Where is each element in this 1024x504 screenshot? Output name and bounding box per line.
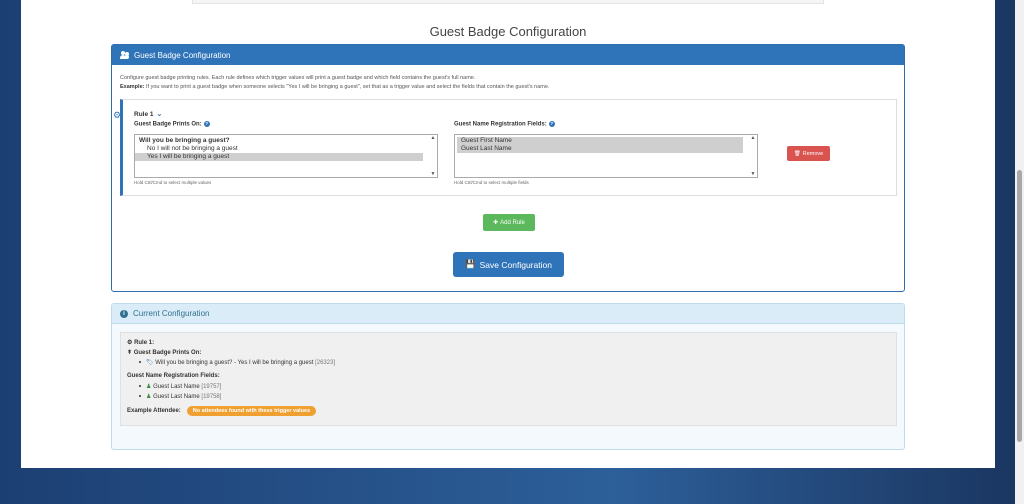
example-label: Example Attendee: <box>127 408 181 414</box>
fields-label-text: Guest Name Registration Fields: <box>454 121 547 128</box>
prints-on-label: Guest Badge Prints On:? <box>134 121 210 128</box>
field-text: Guest Last Name <box>153 394 200 400</box>
add-rule-button[interactable]: ✚ Add Rule <box>483 214 535 231</box>
page-scrollbar[interactable] <box>1015 0 1024 504</box>
rule-card: ⚙ Rule 1 ⌄ Guest Badge Prints On:? Will y… <box>113 99 897 196</box>
trigger-option-selected[interactable]: Yes I will be bringing a guest <box>135 153 423 161</box>
top-strip <box>192 0 824 4</box>
fields-hint: Hold Ctrl/Cmd to select multiple fields <box>454 180 529 185</box>
floppy-disk-icon: 💾 <box>465 259 476 269</box>
page-title: Guest Badge Configuration <box>429 24 587 39</box>
field-id: [19757] <box>201 384 222 390</box>
field-option-selected[interactable]: Guest Last Name <box>457 145 743 153</box>
page-content: Guest Badge Configuration Guest Badge Co… <box>21 0 995 468</box>
fields-label: Guest Name Registration Fields:? <box>454 121 555 128</box>
config-panel: Guest Badge Configuration Configure gues… <box>111 44 905 292</box>
help-icon[interactable]: ? <box>548 121 555 127</box>
intro-example-text: If you want to print a guest badge when … <box>146 84 550 90</box>
trigger-list-item: 🏷 Will you be bringing a guest? - Yes I … <box>139 359 335 366</box>
current-prints-on-label: ↟ Guest Badge Prints On: <box>127 349 201 356</box>
trigger-text: Will you be bringing a guest? - Yes I wi… <box>155 360 314 366</box>
trigger-hint: Hold Ctrl/Cmd to select multiple values <box>134 180 212 185</box>
plus-icon: ✚ <box>493 220 499 226</box>
save-configuration-button[interactable]: 💾 Save Configuration <box>453 252 564 277</box>
users-icon <box>120 51 130 59</box>
field-list-item: ♟ Guest Last Name [19757] <box>139 383 221 390</box>
field-id: [19758] <box>201 394 222 400</box>
name-fields-select[interactable]: Guest First Name Guest Last Name ▲ ▼ <box>454 134 758 178</box>
help-icon[interactable]: ? <box>203 121 210 127</box>
prints-on-label-text: Guest Badge Prints On: <box>134 121 202 128</box>
current-fields-label: Guest Name Registration Fields: <box>127 373 220 379</box>
remove-label: Remove <box>802 150 824 157</box>
print-icon: ↟ <box>127 350 133 356</box>
scrollbar-thumb[interactable] <box>1017 170 1022 442</box>
scroll-up-arrow[interactable]: ▲ <box>430 135 436 141</box>
current-config-box: ⚙ Rule 1: ↟ Guest Badge Prints On: 🏷 Wil… <box>120 332 897 426</box>
user-icon: ♟ <box>146 384 152 390</box>
trigger-option-group: Will you be bringing a guest? <box>139 137 230 144</box>
scroll-down-arrow[interactable]: ▼ <box>750 171 756 177</box>
info-icon: i <box>120 309 128 318</box>
cogs-icon: ⚙ <box>113 110 122 120</box>
config-panel-title: Guest Badge Configuration <box>134 50 231 60</box>
intro-text: Configure guest badge printing rules. Ea… <box>120 74 549 92</box>
status-badge: No attendees found with these trigger va… <box>186 406 317 416</box>
config-panel-header: Guest Badge Configuration <box>112 45 904 65</box>
tag-icon: 🏷 <box>146 360 154 366</box>
rule-title: Rule 1 <box>134 111 154 118</box>
example-attendee-row: Example Attendee: No attendees found with… <box>127 406 317 416</box>
current-configuration-panel: i Current Configuration ⚙ Rule 1: ↟ Gues… <box>111 303 905 450</box>
cogs-icon: ⚙ <box>127 340 133 346</box>
field-text: Guest Last Name <box>153 384 200 390</box>
chevron-down-icon: ⌄ <box>156 111 163 118</box>
remove-rule-button[interactable]: 🗑 Remove <box>787 146 830 161</box>
trigger-option[interactable]: No I will not be bringing a guest <box>135 145 437 153</box>
current-rule-title-text: Rule 1: <box>134 340 155 346</box>
field-list-item: ♟ Guest Last Name [19758] <box>139 393 221 400</box>
current-panel-title: Current Configuration <box>133 309 210 318</box>
intro-line: Configure guest badge printing rules. Ea… <box>120 75 476 81</box>
intro-example-label: Example: <box>120 84 145 90</box>
scroll-up-arrow[interactable]: ▲ <box>750 135 756 141</box>
add-rule-label: Add Rule <box>500 219 525 226</box>
current-prints-on-text: Guest Badge Prints On: <box>133 350 202 356</box>
user-icon: ♟ <box>146 394 152 400</box>
current-rule-title: ⚙ Rule 1: <box>127 339 154 346</box>
intro-example: Example: If you want to print a guest ba… <box>120 83 549 92</box>
save-label: Save Configuration <box>479 259 552 270</box>
trigger-id: [26323] <box>315 360 336 366</box>
trigger-values-select[interactable]: Will you be bringing a guest? No I will … <box>134 134 438 178</box>
field-option-selected[interactable]: Guest First Name <box>457 137 743 145</box>
current-panel-header: i Current Configuration <box>112 304 904 324</box>
trash-icon: 🗑 <box>793 150 801 157</box>
scroll-down-arrow[interactable]: ▼ <box>430 171 436 177</box>
rule-toggle[interactable]: Rule 1 ⌄ <box>134 110 162 118</box>
